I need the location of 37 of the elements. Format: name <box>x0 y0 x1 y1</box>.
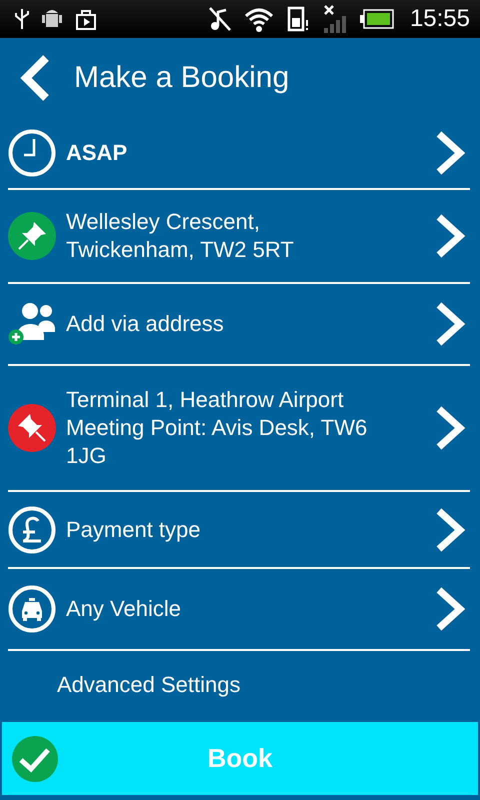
add-people-icon <box>8 302 56 346</box>
advanced-settings-label[interactable]: Advanced Settings <box>57 671 480 699</box>
usb-icon <box>14 7 30 31</box>
wifi-icon <box>244 6 274 32</box>
check-icon <box>12 736 58 782</box>
row-label: Payment type <box>66 516 202 544</box>
row-label: 1JG <box>66 442 108 470</box>
chevron-right-icon <box>434 213 466 259</box>
battery-icon <box>360 9 394 29</box>
booking-row[interactable]: Any Vehicle <box>8 569 470 651</box>
taxi-icon <box>8 585 56 633</box>
sim-card-icon <box>286 6 310 32</box>
row-label: Terminal 1, Heathrow Airport <box>66 386 345 414</box>
chevron-right-icon <box>434 405 466 451</box>
row-label: Twickenham, TW2 5RT <box>66 236 295 264</box>
booking-row[interactable]: Add via address <box>8 284 470 366</box>
row-label: Wellesley Crescent, <box>66 208 261 236</box>
row-label: Meeting Point: Avis Desk, TW6 <box>66 414 368 442</box>
no-signal-icon <box>322 4 348 34</box>
shopping-bag-icon <box>74 7 98 31</box>
back-button[interactable] <box>18 54 52 102</box>
music-off-icon <box>208 6 232 32</box>
chevron-right-icon <box>434 301 466 347</box>
pound-icon <box>8 506 56 554</box>
booking-row[interactable]: ASAP <box>8 118 470 190</box>
row-label: ASAP <box>66 139 128 167</box>
row-label: Add via address <box>66 310 225 338</box>
status-time: 15:55 <box>410 5 470 33</box>
clock-icon <box>8 129 56 177</box>
chevron-right-icon <box>434 586 466 632</box>
chevron-right-icon <box>434 130 466 176</box>
page-title: Make a Booking <box>74 61 290 95</box>
row-label: Any Vehicle <box>66 595 182 623</box>
booking-row[interactable]: Terminal 1, Heathrow Airport Meeting Point: Avis Desk, TW6 1JG <box>8 366 470 492</box>
chevron-right-icon <box>434 506 466 552</box>
booking-row[interactable]: Payment type <box>8 492 470 569</box>
booking-row[interactable]: Wellesley Crescent, Twickenham, TW2 5RT <box>8 190 470 284</box>
